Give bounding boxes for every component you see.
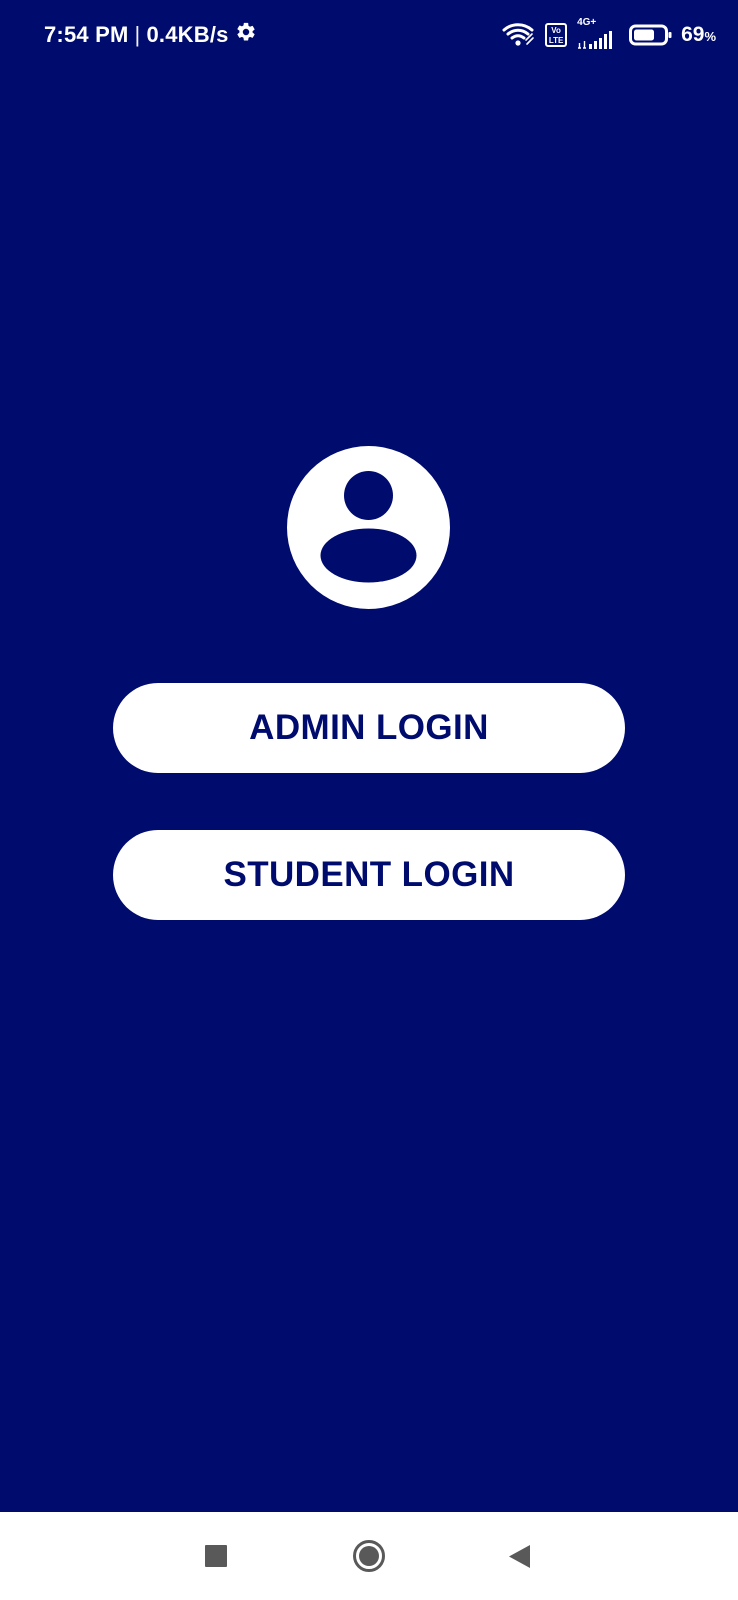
battery-icon bbox=[629, 23, 673, 47]
volte-icon: Vo LTE bbox=[545, 23, 568, 47]
status-left-group: 7:54 PM | 0.4KB/s bbox=[44, 20, 257, 50]
network-type-label: 4G+ bbox=[577, 17, 597, 28]
mobile-signal-group: 4G+ bbox=[577, 17, 619, 50]
gear-icon bbox=[235, 21, 257, 49]
home-circle-icon[interactable] bbox=[352, 1539, 386, 1573]
square-icon[interactable] bbox=[205, 1545, 227, 1567]
battery-status: 69% bbox=[629, 23, 716, 47]
admin-login-button[interactable]: ADMIN LOGIN bbox=[113, 683, 625, 773]
status-right-group: Vo LTE 4G+ 69% bbox=[501, 18, 716, 52]
battery-level: 69% bbox=[681, 23, 716, 47]
user-avatar-icon bbox=[287, 446, 450, 609]
navigation-bar bbox=[0, 1512, 738, 1600]
student-login-button[interactable]: STUDENT LOGIN bbox=[113, 830, 625, 920]
signal-icon bbox=[577, 30, 619, 50]
status-separator: | bbox=[134, 22, 141, 47]
battery-percent-sign: % bbox=[704, 29, 716, 44]
network-speed: 0.4KB/s bbox=[146, 22, 229, 47]
status-time: 7:54 PM bbox=[44, 22, 129, 47]
back-triangle-icon[interactable] bbox=[508, 1544, 532, 1569]
wifi-icon bbox=[501, 22, 535, 48]
status-bar: 7:54 PM | 0.4KB/s Vo LTE 4G+ 69% bbox=[0, 0, 738, 70]
battery-level-number: 69 bbox=[681, 23, 705, 46]
